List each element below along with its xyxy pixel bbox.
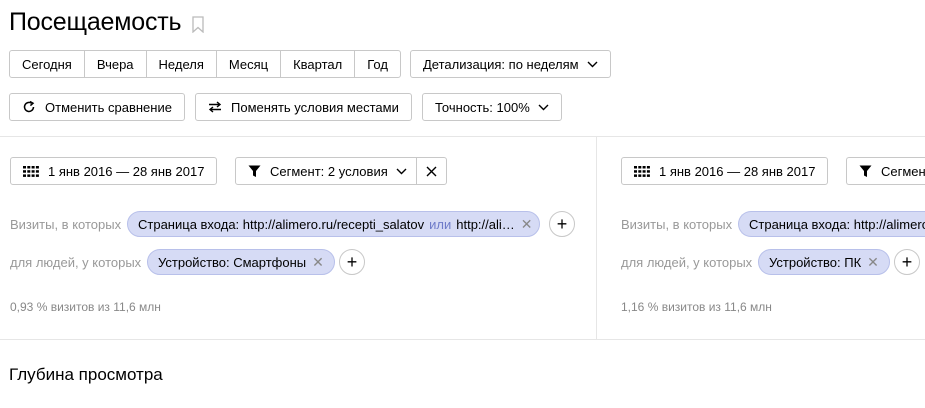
divider	[0, 339, 925, 340]
segment-label: Сегмент: 2 условия	[270, 163, 388, 179]
calendar-icon	[634, 165, 650, 177]
date-range-label: 1 янв 2016 — 28 янв 2017	[659, 163, 816, 179]
period-week-button[interactable]: Неделя	[147, 51, 217, 77]
chevron-down-icon	[587, 61, 598, 68]
date-range-picker-compare[interactable]: 1 янв 2016 — 28 янв 2017	[621, 157, 829, 185]
people-condition-chip-compare[interactable]: Устройство: ПК ✕	[758, 249, 890, 275]
close-icon	[426, 166, 437, 176]
chip-text: Устройство: Смартфоны	[158, 254, 307, 270]
date-range-label: 1 янв 2016 — 28 янв 2017	[48, 163, 205, 179]
section-title: Глубина просмотра	[9, 365, 163, 384]
swap-conditions-button[interactable]: Поменять условия местами	[195, 93, 412, 121]
segment-stat: 1,16 % визитов из 11,6 млн	[621, 300, 772, 314]
date-range-picker[interactable]: 1 янв 2016 — 28 янв 2017	[10, 157, 218, 185]
detail-dropdown[interactable]: Детализация: по неделям	[410, 50, 611, 78]
plus-icon: +	[346, 251, 358, 272]
plus-icon: +	[901, 251, 913, 272]
title-row: Посещаемость	[9, 6, 204, 38]
chip-text: Страница входа: http://alimero	[749, 216, 925, 232]
chip-text: Устройство: ПК	[769, 254, 862, 270]
close-icon[interactable]: ✕	[312, 254, 324, 271]
period-month-button[interactable]: Месяц	[217, 51, 282, 77]
chip-text: Страница входа: http://alimero.ru/recept…	[138, 216, 425, 232]
chip-or: или	[429, 216, 452, 232]
cancel-compare-button[interactable]: Отменить сравнение	[9, 93, 185, 121]
period-yesterday-button[interactable]: Вчера	[85, 51, 147, 77]
people-condition-label: для людей, у которых	[10, 255, 142, 270]
segment-stat: 0,93 % визитов из 11,6 млн	[10, 300, 161, 314]
plus-icon: +	[556, 213, 568, 234]
segment-dropdown[interactable]: Сегмент: 2 условия	[235, 157, 417, 185]
chip-text: http://ali…	[456, 216, 515, 232]
detail-label: Детализация: по неделям	[423, 56, 579, 72]
swap-icon	[208, 101, 222, 113]
swap-label: Поменять условия местами	[231, 99, 399, 115]
divider	[0, 136, 925, 137]
visits-condition-chip[interactable]: Страница входа: http://alimero.ru/recept…	[127, 211, 540, 237]
cancel-compare-label: Отменить сравнение	[45, 99, 172, 115]
visits-condition-chip-compare[interactable]: Страница входа: http://alimero	[738, 211, 925, 237]
calendar-icon	[23, 165, 39, 177]
accuracy-dropdown[interactable]: Точность: 100%	[422, 93, 562, 121]
add-people-condition-button[interactable]: +	[339, 249, 365, 275]
segment-dropdown-compare[interactable]: Сегмент	[846, 157, 925, 185]
filter-icon	[248, 165, 261, 178]
people-condition-label: для людей, у которых	[621, 255, 753, 270]
visits-condition-label: Визиты, в которых	[10, 217, 122, 232]
accuracy-label: Точность: 100%	[435, 99, 530, 115]
filter-icon	[859, 165, 872, 178]
period-selector: Сегодня Вчера Неделя Месяц Квартал Год	[9, 50, 401, 78]
close-icon[interactable]: ✕	[521, 216, 533, 233]
people-condition-chip[interactable]: Устройство: Смартфоны ✕	[147, 249, 335, 275]
visits-condition-label: Визиты, в которых	[621, 217, 733, 232]
chevron-down-icon	[396, 168, 407, 175]
add-visits-condition-button[interactable]: +	[549, 211, 575, 237]
bookmark-icon[interactable]	[192, 15, 204, 33]
period-today-button[interactable]: Сегодня	[10, 51, 85, 77]
segment-label: Сегмент	[881, 163, 925, 179]
page-title: Посещаемость	[9, 7, 182, 36]
period-quarter-button[interactable]: Квартал	[281, 51, 356, 77]
refresh-icon	[22, 100, 36, 114]
period-year-button[interactable]: Год	[355, 51, 400, 77]
close-icon[interactable]: ✕	[867, 254, 879, 271]
add-people-condition-button-compare[interactable]: +	[894, 249, 920, 275]
column-divider	[596, 136, 597, 339]
chevron-down-icon	[538, 104, 549, 111]
segment-clear-button[interactable]	[416, 157, 447, 185]
